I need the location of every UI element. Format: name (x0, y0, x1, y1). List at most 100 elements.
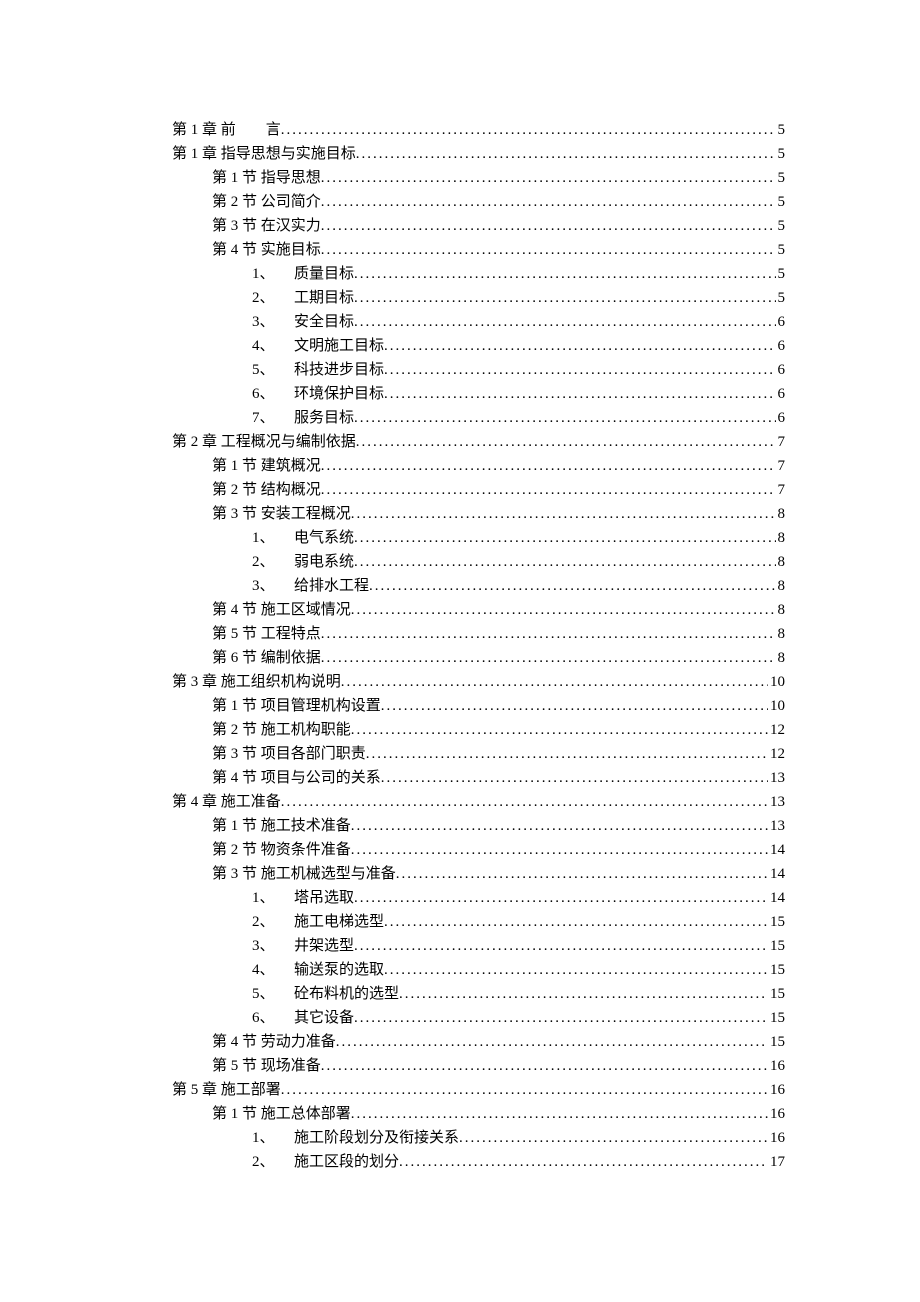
toc-leader-dots (384, 910, 768, 934)
toc-entry-label: 第 1 章 前 言 (172, 118, 281, 142)
toc-entry: 第 3 节 施工机械选型与准备14 (172, 862, 785, 886)
toc-entry-label: 塔吊选取 (294, 886, 354, 910)
toc-entry-label: 第 3 章 施工组织机构说明 (172, 670, 341, 694)
toc-entry-number: 1、 (252, 526, 294, 550)
toc-leader-dots (354, 526, 775, 550)
toc-leader-dots (341, 670, 768, 694)
toc-leader-dots (321, 454, 776, 478)
toc-entry-label: 第 4 节 实施目标 (212, 238, 321, 262)
toc-entry-label: 第 2 节 物资条件准备 (212, 838, 351, 862)
toc-entry-label: 砼布料机的选型 (294, 982, 399, 1006)
toc-entry-number: 1、 (252, 1126, 294, 1150)
toc-leader-dots (399, 982, 768, 1006)
toc-entry-page: 16 (768, 1078, 785, 1102)
toc-leader-dots (459, 1126, 768, 1150)
toc-leader-dots (354, 310, 775, 334)
toc-entry: 1、质量目标5 (172, 262, 785, 286)
toc-entry: 1、塔吊选取14 (172, 886, 785, 910)
toc-entry: 第 4 节 施工区域情况8 (172, 598, 785, 622)
toc-entry-number: 6、 (252, 1006, 294, 1030)
toc-entry-page: 16 (768, 1102, 785, 1126)
toc-entry: 第 1 节 施工技术准备13 (172, 814, 785, 838)
toc-leader-dots (351, 502, 776, 526)
toc-entry-label: 第 4 章 施工准备 (172, 790, 281, 814)
toc-entry-label: 环境保护目标 (294, 382, 384, 406)
toc-entry: 第 3 节 安装工程概况8 (172, 502, 785, 526)
toc-entry-label: 第 4 节 劳动力准备 (212, 1030, 336, 1054)
toc-entry: 第 3 节 在汉实力5 (172, 214, 785, 238)
toc-entry-page: 15 (768, 1006, 785, 1030)
toc-entry-page: 17 (768, 1150, 785, 1174)
toc-entry-label: 科技进步目标 (294, 358, 384, 382)
toc-leader-dots (399, 1150, 768, 1174)
toc-entry-label: 文明施工目标 (294, 334, 384, 358)
toc-leader-dots (354, 550, 775, 574)
toc-entry-label: 第 5 节 现场准备 (212, 1054, 321, 1078)
toc-entry-label: 服务目标 (294, 406, 354, 430)
toc-entry-page: 15 (768, 1030, 785, 1054)
toc-entry-label: 第 1 节 建筑概况 (212, 454, 321, 478)
toc-entry: 1、电气系统8 (172, 526, 785, 550)
toc-entry-label: 施工区段的划分 (294, 1150, 399, 1174)
toc-leader-dots (336, 1030, 768, 1054)
toc-entry: 第 2 章 工程概况与编制依据7 (172, 430, 785, 454)
toc-leader-dots (351, 1102, 768, 1126)
toc-entry-page: 14 (768, 886, 785, 910)
toc-entry-label: 输送泵的选取 (294, 958, 384, 982)
toc-entry-label: 第 1 节 项目管理机构设置 (212, 694, 381, 718)
toc-entry-page: 10 (768, 670, 785, 694)
toc-entry: 4、输送泵的选取15 (172, 958, 785, 982)
toc-entry: 3、安全目标6 (172, 310, 785, 334)
toc-leader-dots (384, 334, 775, 358)
toc-entry-page: 5 (776, 262, 786, 286)
toc-entry-number: 2、 (252, 910, 294, 934)
toc-entry: 5、科技进步目标6 (172, 358, 785, 382)
toc-entry: 第 1 章 指导思想与实施目标5 (172, 142, 785, 166)
toc-leader-dots (384, 958, 768, 982)
toc-entry: 第 2 节 物资条件准备14 (172, 838, 785, 862)
toc-entry: 第 4 节 劳动力准备 15 (172, 1030, 785, 1054)
toc-entry: 第 1 节 施工总体部署 16 (172, 1102, 785, 1126)
toc-entry-page: 13 (768, 814, 785, 838)
toc-entry-label: 弱电系统 (294, 550, 354, 574)
toc-entry: 第 3 章 施工组织机构说明 10 (172, 670, 785, 694)
toc-entry-page: 16 (768, 1054, 785, 1078)
toc-entry: 3、给排水工程8 (172, 574, 785, 598)
toc-entry-number: 2、 (252, 286, 294, 310)
toc-leader-dots (321, 1054, 768, 1078)
toc-leader-dots (354, 934, 768, 958)
toc-entry-label: 第 5 章 施工部署 (172, 1078, 281, 1102)
toc-entry: 第 4 节 项目与公司的关系13 (172, 766, 785, 790)
toc-entry-label: 第 1 节 施工总体部署 (212, 1102, 351, 1126)
toc-entry-number: 2、 (252, 550, 294, 574)
toc-leader-dots (281, 790, 768, 814)
toc-leader-dots (356, 142, 776, 166)
toc-entry-label: 第 5 节 工程特点 (212, 622, 321, 646)
toc-leader-dots (321, 214, 776, 238)
toc-entry-page: 14 (768, 862, 785, 886)
toc-entry-page: 5 (776, 142, 786, 166)
toc-leader-dots (384, 382, 775, 406)
toc-entry-page: 7 (776, 430, 786, 454)
toc-entry-page: 8 (776, 550, 786, 574)
toc-leader-dots (396, 862, 768, 886)
toc-entry-label: 第 3 节 在汉实力 (212, 214, 321, 238)
toc-entry-page: 6 (776, 406, 786, 430)
toc-entry-page: 6 (776, 334, 786, 358)
toc-entry-page: 5 (776, 286, 786, 310)
toc-entry: 2、工期目标5 (172, 286, 785, 310)
toc-leader-dots (356, 430, 776, 454)
toc-entry: 7、服务目标6 (172, 406, 785, 430)
toc-leader-dots (351, 598, 776, 622)
toc-entry-label: 第 3 节 项目各部门职责 (212, 742, 366, 766)
toc-entry-page: 6 (776, 358, 786, 382)
toc-entry-number: 3、 (252, 574, 294, 598)
toc-entry-number: 3、 (252, 310, 294, 334)
toc-entry: 第 3 节 项目各部门职责12 (172, 742, 785, 766)
toc-entry-number: 3、 (252, 934, 294, 958)
toc-entry: 第 1 节 指导思想5 (172, 166, 785, 190)
toc-entry-page: 16 (768, 1126, 785, 1150)
toc-entry-page: 13 (768, 766, 785, 790)
toc-leader-dots (351, 718, 768, 742)
toc-entry: 第 2 节 公司简介5 (172, 190, 785, 214)
